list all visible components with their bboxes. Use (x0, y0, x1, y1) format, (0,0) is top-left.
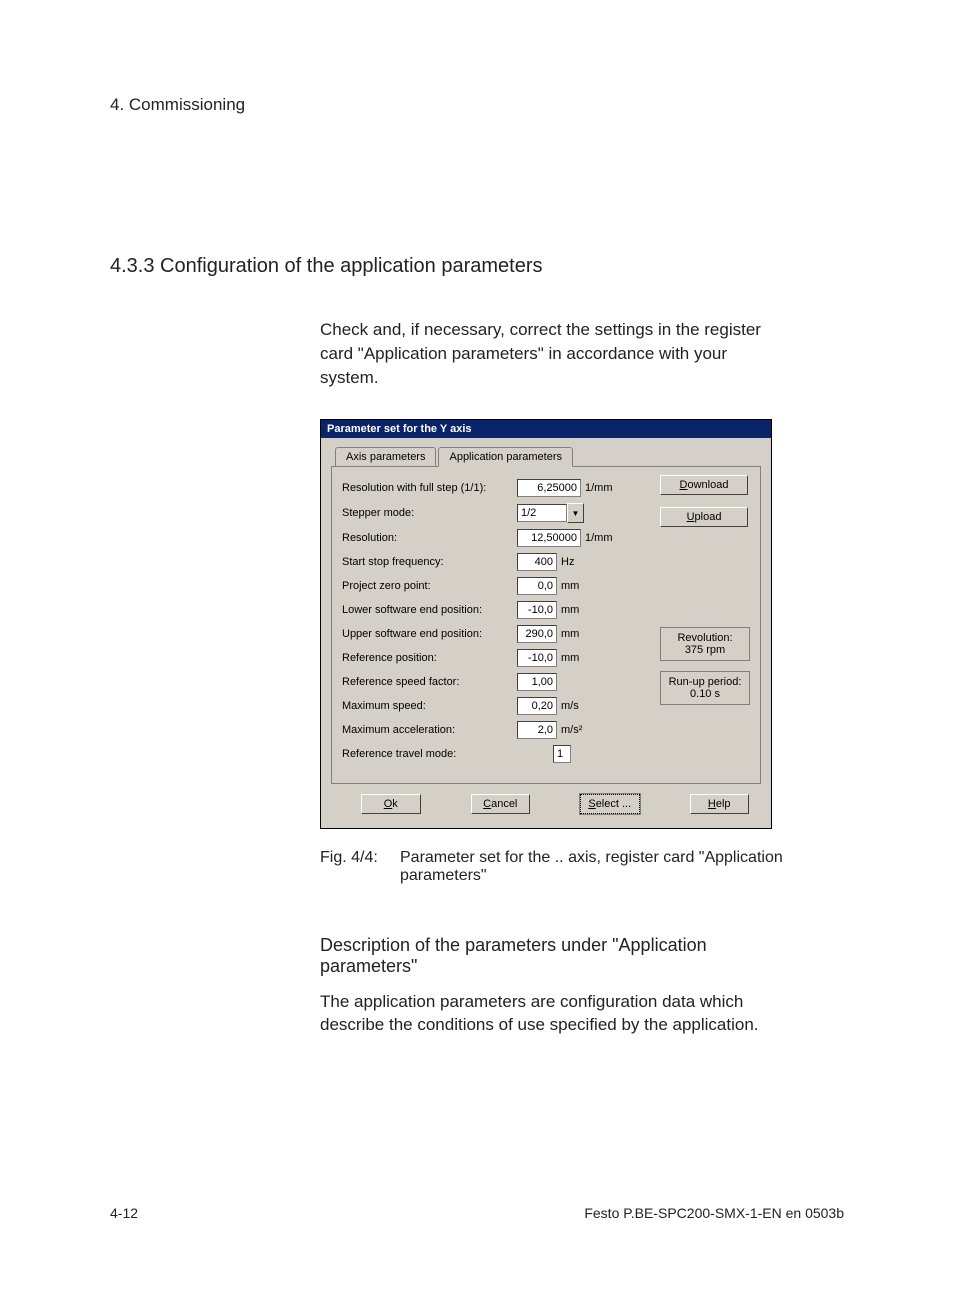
tab-axis-parameters[interactable]: Axis parameters (335, 447, 436, 467)
unit: mm (561, 652, 579, 664)
label-ref-travel-mode: Reference travel mode: (342, 748, 517, 760)
unit: 1/mm (585, 532, 613, 544)
revolution-value: 375 rpm (667, 644, 743, 656)
body-paragraph: The application parameters are configura… (320, 991, 790, 1037)
dialog-title-bar: Parameter set for the Y axis (321, 420, 771, 438)
input-max-speed[interactable]: 0,20 (517, 697, 557, 715)
input-resolution-full-step[interactable]: 6,25000 (517, 479, 581, 497)
label-project-zero: Project zero point: (342, 580, 517, 592)
label-resolution: Resolution: (342, 532, 517, 544)
select-button[interactable]: Select ... (580, 794, 640, 814)
input-start-stop-freq[interactable]: 400 (517, 553, 557, 571)
chevron-down-icon[interactable]: ▼ (567, 503, 584, 523)
select-ref-travel-mode[interactable]: 1 (553, 745, 571, 763)
label-ref-speed-factor: Reference speed factor: (342, 676, 517, 688)
input-ref-speed-factor[interactable]: 1,00 (517, 673, 557, 691)
label-max-accel: Maximum acceleration: (342, 724, 517, 736)
revolution-label: Revolution: (667, 632, 743, 644)
label-start-stop-freq: Start stop frequency: (342, 556, 517, 568)
input-lower-end[interactable]: -10,0 (517, 601, 557, 619)
runup-value: 0.10 s (667, 688, 743, 700)
figure-caption-text: Parameter set for the .. axis, register … (400, 849, 844, 885)
tab-application-parameters[interactable]: Application parameters (438, 447, 573, 467)
label-resolution-full-step: Resolution with full step (1/1): (342, 482, 517, 494)
runup-label: Run-up period: (667, 676, 743, 688)
select-stepper-mode[interactable]: 1/2 (517, 504, 567, 522)
figure-caption: Fig. 4/4: Parameter set for the .. axis,… (320, 849, 844, 885)
runup-info: Run-up period: 0.10 s (660, 671, 750, 705)
revolution-info: Revolution: 375 rpm (660, 627, 750, 661)
unit: Hz (561, 556, 574, 568)
unit: m/s (561, 700, 579, 712)
figure-caption-label: Fig. 4/4: (320, 849, 400, 885)
input-project-zero[interactable]: 0,0 (517, 577, 557, 595)
ok-button[interactable]: Ok (361, 794, 421, 814)
unit: mm (561, 604, 579, 616)
chapter-header: 4. Commissioning (110, 95, 844, 115)
label-stepper-mode: Stepper mode: (342, 507, 517, 519)
form-panel: Resolution with full step (1/1): 6,25000… (331, 466, 761, 784)
unit: mm (561, 628, 579, 640)
input-ref-position[interactable]: -10,0 (517, 649, 557, 667)
doc-id: Festo P.BE-SPC200-SMX-1-EN en 0503b (584, 1205, 844, 1221)
page-number: 4-12 (110, 1205, 138, 1221)
label-max-speed: Maximum speed: (342, 700, 517, 712)
parameter-dialog: Parameter set for the Y axis Axis parame… (320, 419, 772, 829)
upload-button[interactable]: Upload (660, 507, 748, 527)
section-title: 4.3.3 Configuration of the application p… (110, 255, 844, 278)
unit: m/s² (561, 724, 582, 736)
label-upper-end: Upper software end position: (342, 628, 517, 640)
subheading: Description of the parameters under "App… (320, 935, 790, 977)
label-ref-position: Reference position: (342, 652, 517, 664)
help-button[interactable]: Help (690, 794, 750, 814)
download-button[interactable]: Download (660, 475, 748, 495)
input-resolution[interactable]: 12,50000 (517, 529, 581, 547)
cancel-button[interactable]: Cancel (471, 794, 531, 814)
input-max-accel[interactable]: 2,0 (517, 721, 557, 739)
input-upper-end[interactable]: 290,0 (517, 625, 557, 643)
unit: 1/mm (585, 482, 613, 494)
label-lower-end: Lower software end position: (342, 604, 517, 616)
intro-paragraph: Check and, if necessary, correct the set… (320, 318, 790, 389)
unit: mm (561, 580, 579, 592)
